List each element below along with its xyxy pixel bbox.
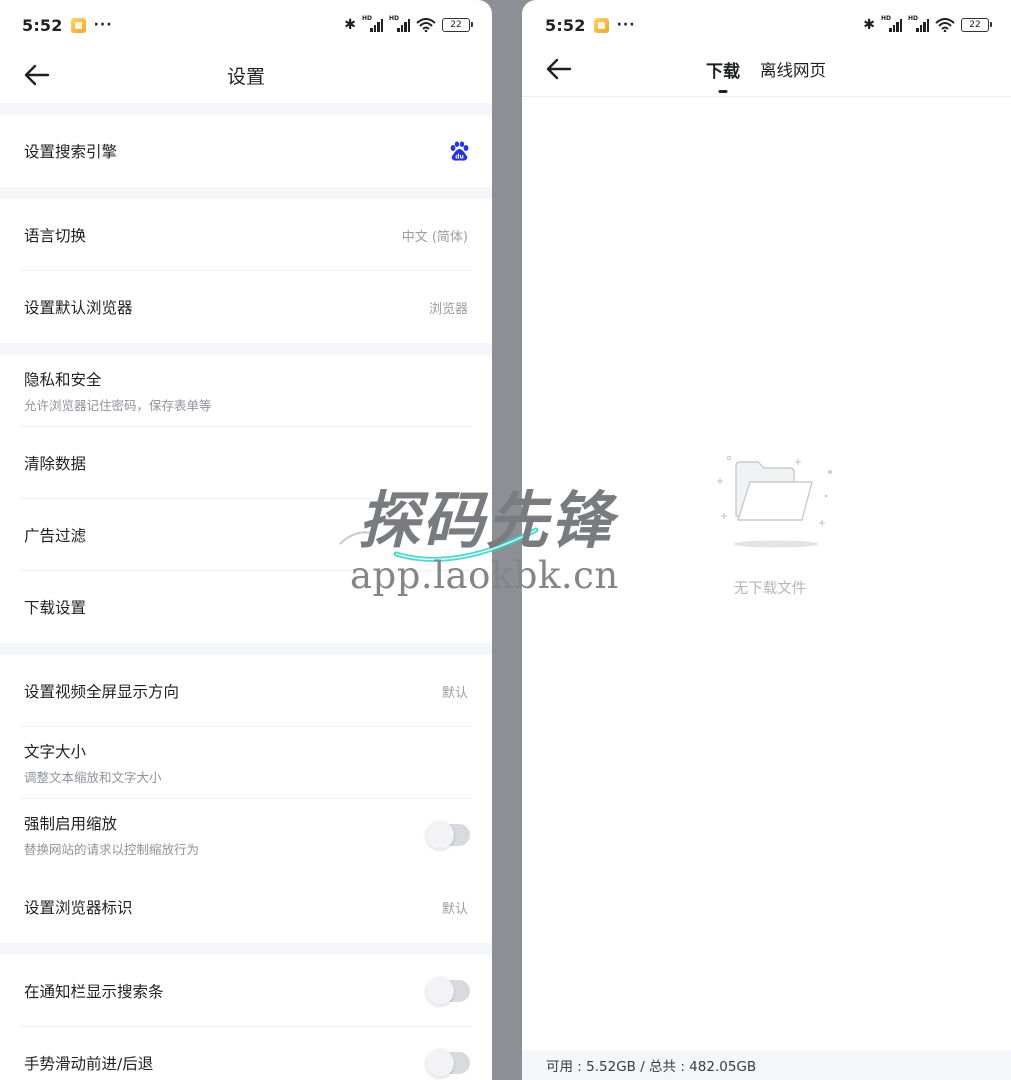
setting-description: 允许浏览器记住密码，保存表单等	[24, 398, 212, 413]
signal-icon	[389, 15, 410, 32]
tab-offline-pages[interactable]: 离线网页	[760, 57, 826, 82]
setting-default-browser[interactable]: 设置默认浏览器 浏览器	[0, 271, 492, 343]
section-gap	[0, 343, 492, 355]
setting-description: 替换网站的请求以控制缩放行为	[24, 842, 200, 857]
wifi-icon	[416, 18, 436, 32]
notification-app-icon	[70, 17, 86, 33]
toggle-knob	[426, 977, 454, 1005]
setting-label: 语言切换	[24, 227, 87, 245]
battery-icon: 22	[961, 18, 992, 32]
setting-label: 强制启用缩放	[24, 815, 118, 833]
signal-icon	[908, 15, 929, 32]
bluetooth-icon: ✱	[344, 17, 356, 33]
setting-video-orientation[interactable]: 设置视频全屏显示方向 默认	[0, 655, 492, 727]
setting-value: 默认	[441, 685, 468, 701]
setting-label: 手势滑动前进/后退	[24, 1055, 154, 1073]
section-gap	[0, 943, 492, 955]
downloads-screen: 5:52 ··· ✱ 22 下载 离线网页	[522, 0, 1011, 1080]
section-gap	[0, 643, 492, 655]
setting-notification-search[interactable]: 在通知栏显示搜索条	[0, 955, 492, 1027]
notification-app-icon	[593, 17, 609, 33]
setting-label: 隐私和安全	[24, 371, 102, 389]
signal-icon	[881, 15, 902, 32]
notification-search-toggle[interactable]	[426, 977, 470, 1005]
setting-label: 设置浏览器标识	[24, 899, 133, 917]
empty-folder-icon	[717, 455, 832, 548]
more-notifications-icon: ···	[93, 17, 113, 33]
setting-user-agent[interactable]: 设置浏览器标识 默认	[0, 871, 492, 943]
tab-bar: 下载 离线网页	[706, 57, 826, 82]
setting-text-size[interactable]: 文字大小 调整文本缩放和文字大小	[0, 727, 492, 799]
section-gap	[0, 103, 492, 115]
setting-label: 在通知栏显示搜索条	[24, 983, 164, 1001]
setting-gesture-navigation[interactable]: 手势滑动前进/后退	[0, 1027, 492, 1080]
settings-screen: 5:52 ··· ✱ 22 设置 设置搜索引擎	[0, 0, 492, 1080]
setting-label: 下载设置	[24, 599, 87, 617]
setting-download[interactable]: 下载设置	[0, 571, 492, 643]
setting-search-engine[interactable]: 设置搜索引擎 du	[0, 115, 492, 187]
tab-downloads[interactable]: 下载	[706, 57, 740, 82]
setting-label: 设置搜索引擎	[24, 143, 118, 161]
status-bar: 5:52 ··· ✱ 22	[0, 0, 492, 50]
setting-label: 广告过滤	[24, 527, 87, 545]
setting-value: 中文 (简体)	[401, 229, 468, 245]
setting-value: 默认	[441, 901, 468, 917]
setting-label: 清除数据	[24, 455, 87, 473]
setting-clear-data[interactable]: 清除数据	[0, 427, 492, 499]
setting-description: 调整文本缩放和文字大小	[24, 770, 162, 785]
downloads-header: 下载 离线网页	[522, 45, 1011, 97]
setting-ad-filter[interactable]: 广告过滤	[0, 499, 492, 571]
signal-icon	[362, 15, 383, 32]
toggle-knob	[426, 1049, 454, 1077]
setting-language[interactable]: 语言切换 中文 (简体)	[0, 199, 492, 271]
storage-text: 可用 : 5.52GB / 总共 : 482.05GB	[546, 1059, 757, 1075]
force-zoom-toggle[interactable]	[426, 821, 470, 849]
baidu-icon: du	[450, 141, 469, 161]
setting-privacy[interactable]: 隐私和安全 允许浏览器记住密码，保存表单等	[0, 355, 492, 427]
status-time: 5:52	[22, 15, 63, 35]
empty-state	[692, 450, 852, 558]
status-time: 5:52	[545, 15, 586, 35]
setting-label: 设置默认浏览器	[24, 299, 133, 317]
settings-header: 设置	[0, 50, 492, 100]
battery-icon: 22	[442, 18, 473, 32]
setting-value: 浏览器	[428, 301, 468, 317]
bluetooth-icon: ✱	[863, 17, 875, 33]
section-gap	[0, 187, 492, 199]
setting-label: 设置视频全屏显示方向	[24, 683, 180, 701]
setting-force-zoom[interactable]: 强制启用缩放 替换网站的请求以控制缩放行为	[0, 799, 492, 871]
back-button[interactable]	[22, 60, 52, 90]
storage-info: 可用 : 5.52GB / 总共 : 482.05GB	[522, 1050, 1011, 1080]
more-notifications-icon: ···	[616, 17, 636, 33]
settings-list: 设置搜索引擎 du 语言切换 中文 (简体) 设置默认浏览器 浏览器 隐私和安全…	[0, 103, 492, 1080]
empty-message: 无下载文件	[733, 581, 807, 597]
svg-text:du: du	[455, 154, 464, 161]
toggle-knob	[426, 821, 454, 849]
arrow-left-icon	[24, 64, 50, 86]
gesture-navigation-toggle[interactable]	[426, 1049, 470, 1077]
wifi-icon	[935, 18, 955, 32]
page-title: 设置	[226, 65, 265, 88]
setting-label: 文字大小	[24, 743, 87, 761]
status-bar: 5:52 ··· ✱ 22	[522, 0, 1011, 50]
arrow-left-icon	[546, 58, 572, 80]
back-button[interactable]	[544, 54, 574, 84]
